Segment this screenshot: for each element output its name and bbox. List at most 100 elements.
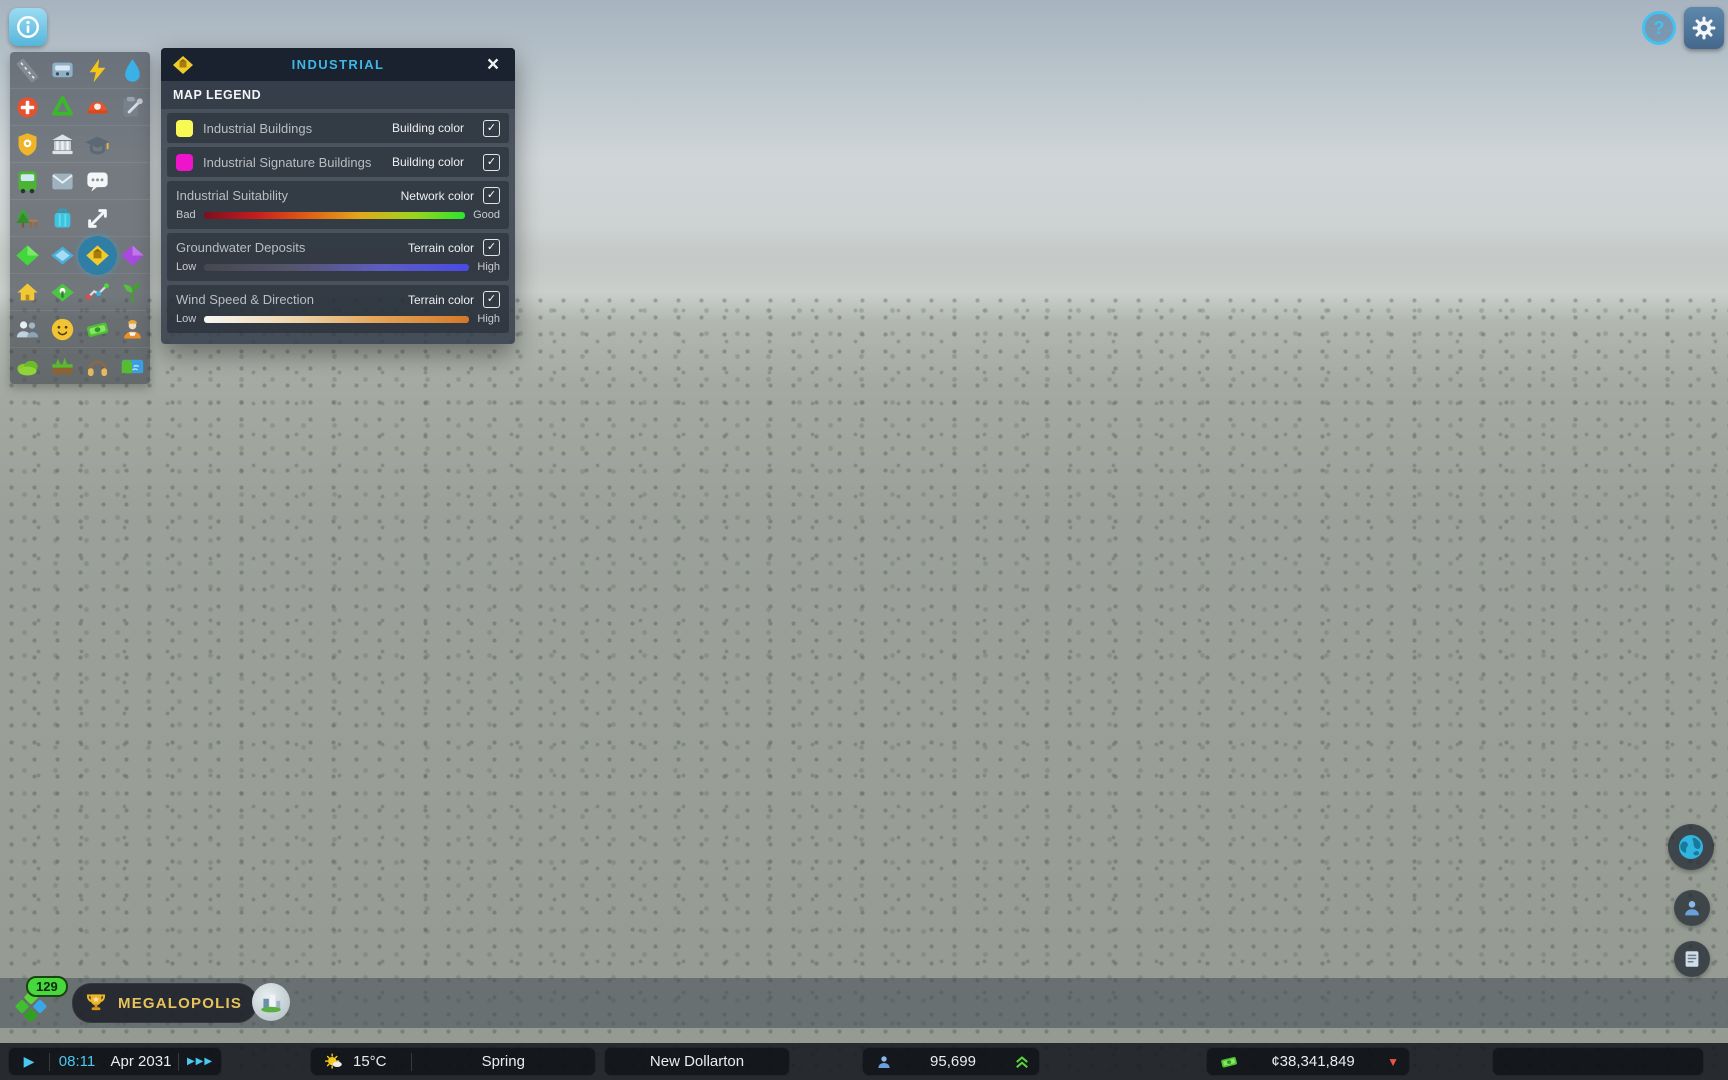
legend-min-label: Low — [176, 261, 196, 273]
citizen-count-icon — [875, 1053, 893, 1071]
infoview-healthcare-button[interactable] — [14, 94, 41, 121]
legend-label: Industrial Suitability — [176, 188, 401, 203]
legend-color-type: Terrain color — [408, 241, 474, 255]
infoview-row — [10, 162, 150, 199]
city-name-pill[interactable]: New Dollarton — [604, 1047, 790, 1076]
infoview-commercial-zones-button[interactable] — [49, 242, 76, 269]
legend-label: Industrial Buildings — [203, 121, 382, 136]
money-down-icon: ▼ — [1387, 1055, 1399, 1069]
infoview-row — [10, 88, 150, 125]
status-bar: ▶ 08:11 Apr 2031 ▶▶▶ 15°C Spring New Dol… — [0, 1043, 1728, 1080]
infoview-population-button[interactable] — [14, 316, 41, 343]
infoview-residential-zones-button[interactable] — [14, 242, 41, 269]
money-pill[interactable]: ¢38,341,849 ▼ — [1206, 1047, 1410, 1076]
journal-button[interactable] — [1674, 941, 1710, 977]
question-icon: ? — [1654, 18, 1665, 39]
legend-row: Groundwater DepositsTerrain color✓LowHig… — [167, 233, 509, 281]
game-screen: INDUSTRIAL × MAP LEGEND Industrial Build… — [0, 0, 1728, 1080]
legend-color-type: Building color — [392, 121, 464, 135]
city-buildings-icon — [258, 989, 284, 1015]
infoview-outside-connections-button[interactable] — [84, 205, 111, 232]
infoview-happiness-button[interactable] — [49, 316, 76, 343]
legend-row: Industrial SuitabilityNetwork color✓BadG… — [167, 181, 509, 229]
infoview-electricity-button[interactable] — [84, 57, 111, 84]
city-name: New Dollarton — [650, 1053, 744, 1070]
time-controls: ▶ 08:11 Apr 2031 ▶▶▶ — [8, 1047, 222, 1076]
clock: 08:11 — [50, 1053, 104, 1070]
infoview-water-button[interactable] — [119, 57, 146, 84]
population-up-icon — [1013, 1053, 1031, 1071]
legend-max-label: High — [477, 313, 500, 325]
legend-checkbox[interactable]: ✓ — [483, 154, 500, 171]
city-achievement-pill[interactable]: MEGALOPOLIS — [72, 983, 257, 1023]
infoview-noise-pollution-button[interactable] — [84, 353, 111, 380]
map-legend-title: MAP LEGEND — [161, 81, 515, 109]
info-button[interactable] — [9, 8, 47, 46]
infoview-greenery-button[interactable] — [119, 279, 146, 306]
money-value: ¢38,341,849 — [1239, 1053, 1387, 1070]
milestone-badge[interactable]: 129 — [12, 980, 72, 1026]
infoview-industrial-button[interactable] — [84, 242, 111, 269]
infoview-transportation-button[interactable] — [14, 168, 41, 195]
infoview-ground-pollution-button[interactable] — [49, 353, 76, 380]
legend-label: Industrial Signature Buildings — [203, 155, 382, 170]
temperature: 15°C — [353, 1053, 387, 1070]
date: Apr 2031 — [104, 1053, 178, 1070]
legend-min-label: Bad — [176, 209, 196, 221]
city-info-button[interactable] — [252, 983, 290, 1021]
infoview-administration-button[interactable] — [49, 131, 76, 158]
infoview-communications-button[interactable] — [84, 168, 111, 195]
legend-row: Industrial Buildings Building color ✓ — [167, 113, 509, 143]
infoview-row — [10, 52, 150, 88]
infoview-statistics-button[interactable] — [84, 279, 111, 306]
legend-gradient-bar — [204, 316, 469, 323]
infoview-maintenance-button[interactable] — [119, 94, 146, 121]
infoview-row — [10, 273, 150, 310]
legend-rows: Industrial BuildingsBuilding color✓Indus… — [161, 109, 515, 344]
sun-icon — [323, 1051, 345, 1073]
info-icon — [15, 14, 41, 40]
infoview-air-pollution-button[interactable] — [14, 353, 41, 380]
infoview-land-value-button[interactable] — [14, 279, 41, 306]
infoview-education-button[interactable] — [84, 131, 111, 158]
infoview-garbage-button[interactable] — [49, 94, 76, 121]
legend-row: Industrial Signature BuildingsBuilding c… — [167, 147, 509, 177]
legend-swatch — [176, 120, 193, 137]
infoview-roads-button[interactable] — [14, 57, 41, 84]
map-overview-button[interactable] — [1668, 824, 1714, 870]
city-title: MEGALOPOLIS — [118, 995, 242, 1012]
legend-label: Wind Speed & Direction — [176, 292, 408, 307]
legend-checkbox[interactable]: ✓ — [483, 291, 500, 308]
infoview-row — [10, 125, 150, 162]
infoview-sidebar — [10, 52, 150, 384]
close-icon[interactable]: × — [481, 53, 505, 77]
weather-pill[interactable]: 15°C Spring — [310, 1047, 596, 1076]
population-pill[interactable]: 95,699 — [862, 1047, 1040, 1076]
globe-icon — [1675, 831, 1707, 863]
play-button[interactable]: ▶ — [9, 1053, 49, 1070]
infoview-row — [10, 347, 150, 384]
legend-checkbox[interactable]: ✓ — [483, 120, 500, 137]
citizen-button[interactable] — [1674, 890, 1710, 926]
season: Spring — [412, 1053, 595, 1070]
infoview-post-button[interactable] — [49, 168, 76, 195]
infoview-police-button[interactable] — [14, 131, 41, 158]
infoview-workplaces-button[interactable] — [119, 316, 146, 343]
legend-checkbox[interactable]: ✓ — [483, 187, 500, 204]
infoview-districts-button[interactable] — [49, 279, 76, 306]
help-button[interactable]: ? — [1642, 11, 1676, 45]
settings-button[interactable] — [1684, 7, 1724, 49]
fast-forward-button[interactable]: ▶▶▶ — [179, 1056, 221, 1067]
legend-checkbox[interactable]: ✓ — [483, 239, 500, 256]
infoview-fire-rescue-button[interactable] — [84, 94, 111, 121]
legend-swatch — [176, 154, 193, 171]
infoview-transit-station-button[interactable] — [49, 57, 76, 84]
infoview-parks-recreation-button[interactable] — [14, 205, 41, 232]
infoview-office-zones-button[interactable] — [119, 242, 146, 269]
infoview-water-pollution-button[interactable] — [119, 353, 146, 380]
forest-texture — [0, 292, 1728, 1080]
infoview-tourism-button[interactable] — [49, 205, 76, 232]
infoview-economy-button[interactable] — [84, 316, 111, 343]
legend-max-label: High — [477, 261, 500, 273]
happiness-pill[interactable] — [1492, 1047, 1704, 1076]
